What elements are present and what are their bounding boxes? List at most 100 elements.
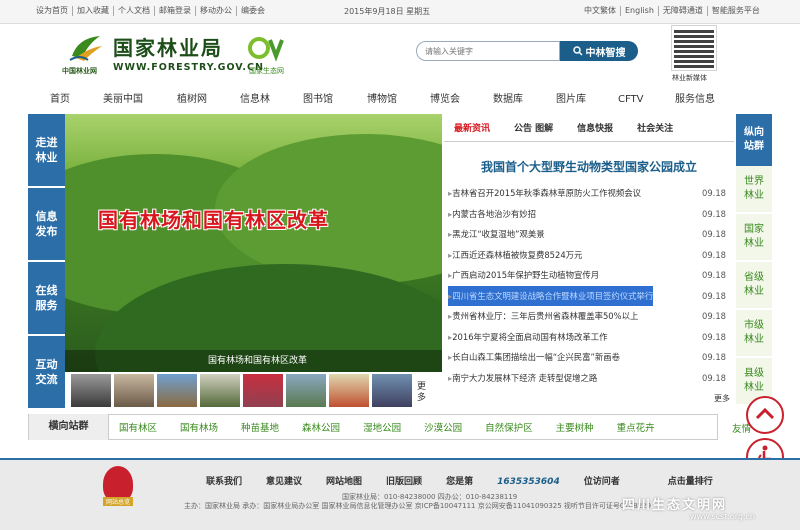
thumbnail[interactable] bbox=[71, 374, 111, 407]
thumbnail[interactable] bbox=[329, 374, 369, 407]
news-headline[interactable]: 我国首个大型野生动物类型国家公园成立 bbox=[444, 158, 734, 175]
search-input[interactable] bbox=[416, 41, 560, 61]
search-button[interactable]: 中林智搜 bbox=[560, 41, 638, 61]
news-tabs: 最新资讯 公告 图解 信息快报 社会关注 bbox=[444, 114, 734, 142]
side-nav-online-service[interactable]: 在线服务 bbox=[28, 262, 65, 336]
nav-cftv[interactable]: CFTV bbox=[618, 86, 675, 114]
vertical-station-national[interactable]: 国家林业 bbox=[736, 214, 772, 262]
thumbnail[interactable] bbox=[114, 374, 154, 407]
top-link-editorial[interactable]: 编委会 bbox=[237, 6, 269, 16]
list-item[interactable]: 江西近还森林植被恢复费8524万元 09.18 bbox=[448, 245, 734, 266]
thumbnail[interactable] bbox=[157, 374, 197, 407]
main-nav: 首页 美丽中国 植树网 信息林 图书馆 博物馆 博览会 数据库 图片库 CFTV… bbox=[0, 86, 800, 114]
station-nature-reserve[interactable]: 自然保护区 bbox=[485, 420, 533, 434]
thumbnail[interactable] bbox=[286, 374, 326, 407]
thumbnails-more-link[interactable]: 更多 bbox=[417, 382, 429, 410]
list-item[interactable]: 贵州省林业厅：三年后贵州省森林覆盖率50%以上 09.18 bbox=[448, 306, 734, 327]
station-seedling-base[interactable]: 种苗基地 bbox=[241, 420, 279, 434]
footer-link-ranking[interactable]: 点击量排行 bbox=[668, 474, 713, 487]
tab-notices[interactable]: 公告 图解 bbox=[514, 114, 553, 141]
station-forest-park[interactable]: 森林公园 bbox=[302, 420, 340, 434]
vertical-station-world[interactable]: 世界林业 bbox=[736, 166, 772, 214]
logo-title[interactable]: 国家林业局 bbox=[113, 32, 223, 61]
news-more-link[interactable]: 更多 bbox=[714, 393, 730, 404]
news-date: 09.18 bbox=[702, 188, 726, 198]
link-accessibility[interactable]: 无障碍通道 bbox=[659, 6, 708, 16]
news-title: 吉林省召开2015年秋季森林草原防火工作视频会议 bbox=[448, 183, 641, 204]
list-item[interactable]: 四川省生态文明建设战略合作暨林业项目签约仪式举行 09.18 bbox=[448, 285, 734, 306]
nav-tree-planting[interactable]: 植树网 bbox=[177, 86, 240, 114]
station-main-species[interactable]: 主要树种 bbox=[556, 420, 594, 434]
thumbnail[interactable] bbox=[243, 374, 283, 407]
link-smart-service[interactable]: 智能服务平台 bbox=[708, 6, 764, 16]
station-desert-park[interactable]: 沙漠公园 bbox=[424, 420, 462, 434]
footer-link-sitemap[interactable]: 网站地图 bbox=[326, 474, 362, 487]
link-traditional-chinese[interactable]: 中文繁体 bbox=[580, 6, 621, 16]
footer-link-old-version[interactable]: 旧版回顾 bbox=[386, 474, 422, 487]
forestry-logo-icon[interactable] bbox=[68, 34, 104, 62]
nav-expo[interactable]: 博览会 bbox=[430, 86, 493, 114]
news-title: 贵州省林业厅：三年后贵州省森林覆盖率50%以上 bbox=[448, 306, 638, 327]
side-nav-about[interactable]: 走进林业 bbox=[28, 114, 65, 188]
list-item[interactable]: 广西启动2015年保护野生动植物宣传月 09.18 bbox=[448, 265, 734, 286]
nav-database[interactable]: 数据库 bbox=[493, 86, 556, 114]
nav-gallery[interactable]: 图片库 bbox=[556, 86, 618, 114]
station-key-flowers[interactable]: 重点花卉 bbox=[617, 420, 655, 434]
footer-link-suggestions[interactable]: 意见建议 bbox=[266, 474, 302, 487]
hero-banner-text: 国有林场和国有林区改革 bbox=[98, 208, 329, 232]
side-nav: 走进林业 信息发布 在线服务 互动交流 bbox=[28, 114, 65, 410]
vertical-station-provincial[interactable]: 省级林业 bbox=[736, 262, 772, 310]
nav-beautiful-china[interactable]: 美丽中国 bbox=[103, 86, 177, 114]
nav-info-forest[interactable]: 信息林 bbox=[240, 86, 303, 114]
nav-services[interactable]: 服务信息 bbox=[675, 86, 735, 114]
nav-museum[interactable]: 博物馆 bbox=[367, 86, 430, 114]
top-link-homepage[interactable]: 设为首页 bbox=[36, 6, 73, 16]
nav-library[interactable]: 图书馆 bbox=[303, 86, 367, 114]
visitor-prefix: 您是第 bbox=[446, 477, 474, 487]
side-nav-interaction[interactable]: 互动交流 bbox=[28, 336, 65, 410]
station-state-forest-area[interactable]: 国有林区 bbox=[119, 420, 157, 434]
list-item[interactable]: 南宁大力发展林下经济 走转型促增之路 09.18 bbox=[448, 368, 734, 389]
list-item[interactable]: 2016年宁夏将全面启动国有林场改革工作 09.18 bbox=[448, 327, 734, 348]
thumbnail[interactable] bbox=[372, 374, 412, 407]
visitor-counter: 您是第 1635353604 位访问者 bbox=[446, 474, 644, 487]
news-date: 09.18 bbox=[702, 229, 726, 239]
station-state-forest-farm[interactable]: 国有林场 bbox=[180, 420, 218, 434]
hero-image[interactable]: 国有林场和国有林区改革 国有林场和国有林区改革 bbox=[65, 114, 442, 372]
news-panel: 最新资讯 公告 图解 信息快报 社会关注 我国首个大型野生动物类型国家公园成立 … bbox=[444, 114, 734, 410]
tab-social[interactable]: 社会关注 bbox=[637, 114, 673, 141]
list-item[interactable]: 黑龙江“收复湿地”观美景 09.18 bbox=[448, 224, 734, 245]
tab-bulletins[interactable]: 信息快报 bbox=[577, 114, 613, 141]
link-english[interactable]: English bbox=[621, 6, 659, 16]
top-link-mobile-office[interactable]: 移动办公 bbox=[196, 6, 237, 16]
nav-home[interactable]: 首页 bbox=[50, 86, 103, 114]
news-title: 黑龙江“收复湿地”观美景 bbox=[448, 224, 544, 245]
vertical-stations: 纵向站群 世界林业 国家林业 省级林业 市级林业 县级林业 bbox=[736, 114, 772, 410]
back-to-top-button[interactable] bbox=[746, 396, 784, 434]
eco-logo-icon[interactable] bbox=[248, 34, 288, 62]
station-wetland-park[interactable]: 湿地公园 bbox=[363, 420, 401, 434]
side-nav-info-release[interactable]: 信息发布 bbox=[28, 188, 65, 262]
site-header: 中国林业网 国家林业局 WWW.FORESTRY.GOV.CN 国家生态网 中林… bbox=[0, 24, 800, 86]
vertical-station-city[interactable]: 市级林业 bbox=[736, 310, 772, 358]
footer-link-contact[interactable]: 联系我们 bbox=[206, 474, 242, 487]
news-date: 09.18 bbox=[702, 249, 726, 260]
top-link-email[interactable]: 邮箱登录 bbox=[155, 6, 196, 16]
qr-code-icon bbox=[671, 25, 717, 71]
top-links: 设为首页 加入收藏 个人文档 邮箱登录 移动办公 编委会 bbox=[36, 6, 269, 16]
news-date: 09.18 bbox=[702, 311, 726, 321]
tab-latest-news[interactable]: 最新资讯 bbox=[454, 114, 490, 141]
top-link-favorite[interactable]: 加入收藏 bbox=[73, 6, 114, 16]
chevron-up-icon bbox=[755, 407, 775, 420]
watermark-text: 四川生态文明网 bbox=[622, 498, 728, 513]
logo-subtitle: 中国林业网 bbox=[62, 67, 97, 75]
news-title: 长白山森工集团描绘出一幅“企兴民富”新画卷 bbox=[448, 347, 620, 368]
footer-info-line: 主办：国家林业局 承办：国家林业局办公室 国家林业局信息化管理办公室 京ICP备… bbox=[184, 502, 652, 510]
list-item[interactable]: 吉林省召开2015年秋季森林草原防火工作视频会议 09.18 bbox=[448, 183, 734, 204]
list-item[interactable]: 长白山森工集团描绘出一幅“企兴民富”新画卷 09.18 bbox=[448, 347, 734, 368]
watermark-url: www.scst.org.cn bbox=[690, 512, 755, 521]
thumbnail[interactable] bbox=[200, 374, 240, 407]
top-link-personal-docs[interactable]: 个人文档 bbox=[114, 6, 155, 16]
current-date: 2015年9月18日 星期五 bbox=[344, 7, 431, 16]
list-item[interactable]: 内蒙古各地治沙有妙招 09.18 bbox=[448, 204, 734, 225]
